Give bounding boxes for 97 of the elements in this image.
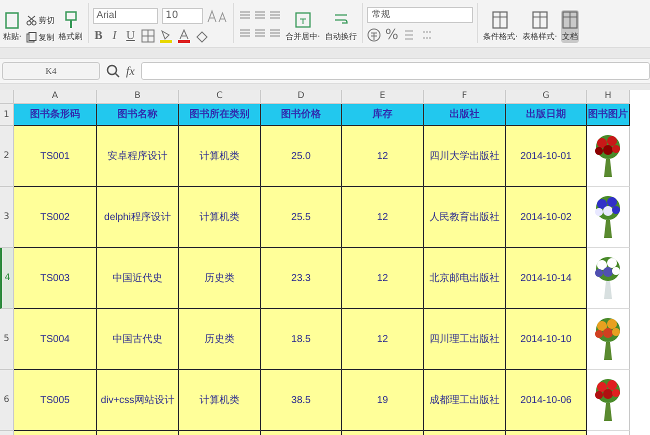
- table-cell: 2014-10-06: [506, 370, 587, 431]
- table-cell: 18.5: [261, 309, 342, 370]
- column-header[interactable]: D: [261, 90, 342, 104]
- table-cell: delphi程序设计: [97, 187, 179, 248]
- table-cell: 北京邮电出版社: [424, 248, 506, 309]
- row-header[interactable]: 6: [0, 370, 14, 431]
- table-cell: 历史类: [179, 248, 261, 309]
- align-icon[interactable]: [268, 27, 282, 39]
- row-header[interactable]: 4: [0, 248, 14, 309]
- table-cell: TS004: [14, 309, 97, 370]
- table-cell: 计算机类: [179, 187, 261, 248]
- table-cell: 安卓程序设计: [97, 126, 179, 187]
- percent-button[interactable]: %: [385, 27, 398, 43]
- column-header[interactable]: E: [342, 90, 424, 104]
- table-cell: 计算机类: [179, 370, 261, 431]
- font-name-field[interactable]: Arial: [92, 8, 158, 24]
- table-cell: 计算机类: [179, 126, 261, 187]
- table-cell: 23.3: [261, 248, 342, 309]
- align-icon[interactable]: [238, 9, 252, 21]
- table-cell: 12: [342, 187, 424, 248]
- function-label[interactable]: fx: [126, 64, 135, 78]
- paste-button[interactable]: 粘贴·: [2, 10, 23, 43]
- font-color-icon[interactable]: [176, 28, 191, 42]
- copy-icon[interactable]: [26, 32, 37, 43]
- column-header[interactable]: B: [97, 90, 179, 104]
- bold-button[interactable]: B: [92, 28, 105, 43]
- zoom-icon[interactable]: [106, 64, 120, 78]
- fill-color-icon[interactable]: [158, 28, 173, 42]
- borders-icon[interactable]: [140, 28, 155, 42]
- table-cell: 成都理工出版社: [424, 370, 506, 431]
- document-button[interactable]: 文档: [561, 10, 580, 43]
- align-icon[interactable]: [252, 27, 267, 39]
- conditional-format-button[interactable]: 条件格式·: [482, 10, 519, 43]
- table-icon[interactable]: [492, 11, 508, 29]
- table-style-button[interactable]: 表格样式·: [522, 10, 558, 43]
- header-cell: 库存: [342, 104, 424, 126]
- header-cell: 图书条形码: [14, 104, 97, 126]
- table-cell: 12: [342, 309, 424, 370]
- column-header[interactable]: H: [587, 90, 630, 104]
- table-cell: 2014-10-02: [506, 187, 587, 248]
- header-cell: 图书价格: [261, 104, 342, 126]
- currency-icon[interactable]: [367, 28, 382, 42]
- font-size-icon[interactable]: [206, 9, 229, 23]
- table-cell: 四川大学出版社: [424, 126, 506, 187]
- table-cell: div+css网站设计: [97, 370, 179, 431]
- table-cell: 2014-10-14: [506, 248, 587, 309]
- number-format-field[interactable]: 常规: [367, 7, 474, 23]
- copy-button[interactable]: 复制: [26, 32, 55, 43]
- eraser-icon[interactable]: [194, 28, 209, 42]
- header-cell: 图书名称: [97, 104, 179, 126]
- table-cell: TS003: [14, 248, 97, 309]
- italic-button[interactable]: I: [108, 28, 121, 43]
- header-cell: 图书图片: [587, 104, 630, 126]
- brush-icon[interactable]: [62, 11, 79, 29]
- table-cell: 2014-10-01: [506, 126, 587, 187]
- font-size-field[interactable]: 10: [162, 8, 203, 24]
- table-cell: 38.5: [261, 370, 342, 431]
- table-cell: 人民教育出版社: [424, 187, 506, 248]
- column-header[interactable]: A: [14, 90, 97, 104]
- column-header[interactable]: C: [179, 90, 261, 104]
- table-cell: 中国近代史: [97, 248, 179, 309]
- align-icon[interactable]: [268, 9, 282, 21]
- table-cell: TS005: [14, 370, 97, 431]
- format-painter-button[interactable]: 格式刷: [58, 10, 84, 43]
- table-cell: 25.0: [261, 126, 342, 187]
- column-header[interactable]: F: [424, 90, 506, 104]
- row-header[interactable]: 3: [0, 187, 14, 248]
- table-cell: 四川理工出版社: [424, 309, 506, 370]
- merge-center-button[interactable]: 合并居中·: [284, 10, 322, 43]
- table-cell: 历史类: [179, 309, 261, 370]
- wrap-text-button[interactable]: 自动换行: [324, 10, 358, 43]
- header-cell: 出版日期: [506, 104, 587, 126]
- row-header[interactable]: 2: [0, 126, 14, 187]
- table-cell: TS001: [14, 126, 97, 187]
- row-header[interactable]: 1: [0, 104, 14, 126]
- align-icon[interactable]: [252, 9, 267, 21]
- table-cell: 中国古代史: [97, 309, 179, 370]
- formula-field[interactable]: [140, 62, 650, 80]
- header-cell: 出版社: [424, 104, 506, 126]
- align-icon[interactable]: [238, 27, 252, 39]
- table-cell: 25.5: [261, 187, 342, 248]
- cell-name-field[interactable]: K4: [2, 62, 100, 80]
- row-header[interactable]: 5: [0, 309, 14, 370]
- table-cell: TS002: [14, 187, 97, 248]
- clipboard-icon[interactable]: [4, 11, 20, 29]
- merge-icon[interactable]: [294, 11, 311, 29]
- table-icon[interactable]: [562, 11, 578, 29]
- table-cell: 12: [342, 126, 424, 187]
- table-icon[interactable]: [532, 11, 548, 29]
- table-cell: 19: [342, 370, 424, 431]
- scissors-icon[interactable]: [26, 15, 37, 26]
- underline-button[interactable]: U: [124, 28, 137, 43]
- header-cell: 图书所在类别: [179, 104, 261, 126]
- cut-button[interactable]: 剪切: [26, 15, 55, 26]
- table-cell: 2014-10-10: [506, 309, 587, 370]
- column-header[interactable]: G: [506, 90, 587, 104]
- table-cell: 12: [342, 248, 424, 309]
